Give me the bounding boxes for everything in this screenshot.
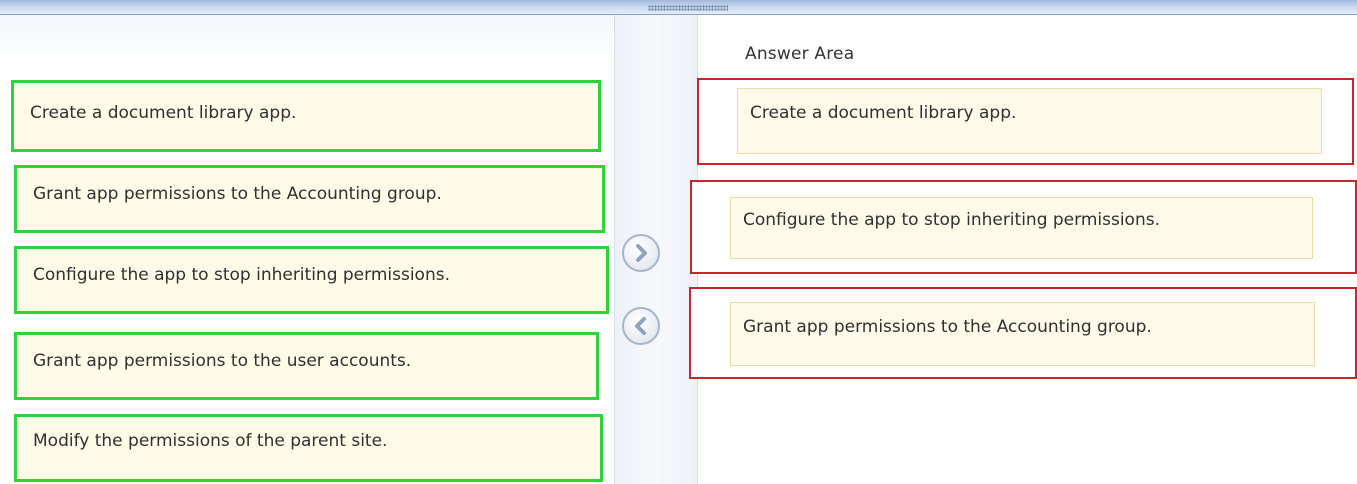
source-item[interactable]: Create a document library app. — [11, 80, 601, 152]
source-item[interactable]: Grant app permissions to the Accounting … — [14, 165, 605, 233]
chevron-left-icon — [635, 317, 646, 335]
source-item-label: Grant app permissions to the Accounting … — [33, 184, 442, 204]
answer-item-label: Configure the app to stop inheriting per… — [743, 210, 1160, 230]
source-item-label: Modify the permissions of the parent sit… — [33, 431, 388, 451]
chevron-right-icon — [636, 244, 647, 262]
source-item-label: Create a document library app. — [30, 103, 297, 123]
move-right-button[interactable] — [622, 234, 660, 272]
answer-item[interactable]: Grant app permissions to the Accounting … — [730, 302, 1315, 366]
answer-item[interactable]: Configure the app to stop inheriting per… — [730, 197, 1313, 259]
move-left-button[interactable] — [622, 307, 660, 345]
window-top-bar — [0, 0, 1357, 15]
source-item[interactable]: Configure the app to stop inheriting per… — [14, 246, 609, 314]
source-item-label: Grant app permissions to the user accoun… — [33, 351, 412, 371]
source-item[interactable]: Modify the permissions of the parent sit… — [14, 414, 603, 482]
answer-item-label: Create a document library app. — [750, 103, 1017, 123]
answer-item-label: Grant app permissions to the Accounting … — [743, 317, 1152, 337]
source-list-header — [0, 15, 613, 65]
resize-grip[interactable] — [648, 5, 728, 11]
answer-area-title: Answer Area — [745, 44, 855, 64]
source-item-label: Configure the app to stop inheriting per… — [33, 265, 450, 285]
source-item[interactable]: Grant app permissions to the user accoun… — [14, 332, 599, 400]
answer-item[interactable]: Create a document library app. — [737, 88, 1322, 154]
